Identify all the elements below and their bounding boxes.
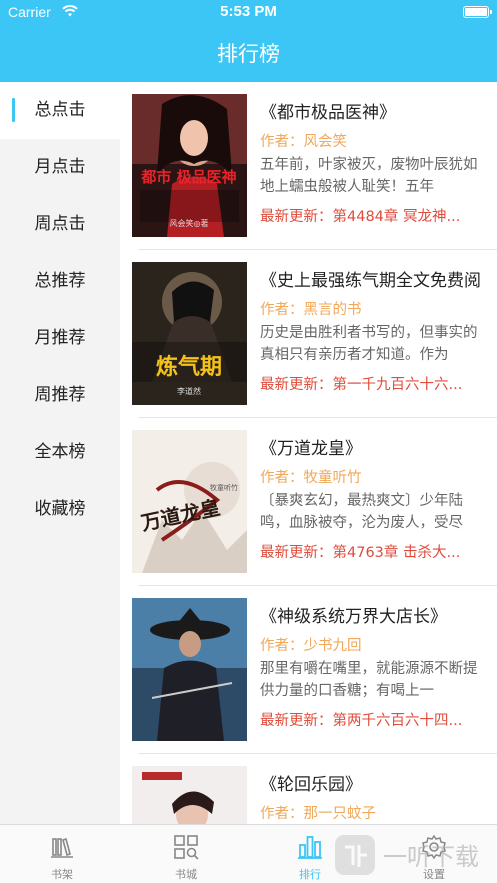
- tab-label: 书架: [51, 868, 73, 881]
- book-cover[interactable]: [132, 598, 247, 741]
- sidebar-item-weekly-recommend[interactable]: 周推荐: [0, 367, 120, 424]
- ranking-category-sidebar: 总点击 月点击 周点击 总推荐 月推荐 周推荐 全本榜 收藏榜: [0, 82, 120, 824]
- book-description: 那里有嚼在嘴里，就能源源不断提供力量的口香糖；有喝上一: [260, 661, 478, 699]
- cover-author: 牧童听竹: [210, 483, 238, 492]
- sidebar-item-total-clicks[interactable]: 总点击: [0, 82, 120, 139]
- sidebar-item-weekly-clicks[interactable]: 周点击: [0, 196, 120, 253]
- book-latest-update: 最新更新：第一千九百六十六...: [260, 377, 463, 393]
- book-description: 历史是由胜利者书写的，但事实的真相只有亲历者才知道。作为: [260, 325, 478, 363]
- book-title: 《史上最强练气期全文免费阅: [260, 271, 481, 291]
- sidebar-item-monthly-recommend[interactable]: 月推荐: [0, 310, 120, 367]
- sidebar-item-label: 月点击: [34, 157, 86, 177]
- book-cover[interactable]: 炼气期 李道然: [132, 262, 247, 405]
- cover-text: 都市 极品医神: [140, 168, 236, 186]
- grid-search-icon: [174, 835, 199, 860]
- book-title: 《神级系统万界大店长》: [260, 607, 447, 627]
- bookshelf-icon: [51, 837, 73, 858]
- book-latest-update: 最新更新：第4763章 击杀大...: [260, 545, 461, 561]
- book-description: 五年前，叶家被灭，废物叶辰犹如地上蠕虫般被人耻笑！五年: [260, 157, 478, 195]
- sidebar-item-label: 总点击: [34, 100, 86, 120]
- page-title: 排行榜: [217, 42, 280, 66]
- cover-author: 风会笑◎著: [170, 218, 209, 228]
- book-title: 《轮回乐园》: [260, 775, 362, 795]
- book-ranking-list: 都市 极品医神 风会笑◎著 《都市极品医神》 作者：风会笑 五年前，叶家被灭，废…: [120, 82, 497, 824]
- book-list-item[interactable]: 《轮回乐园》 作者：那一只蚊子: [120, 754, 497, 824]
- sidebar-item-label: 全本榜: [34, 442, 86, 462]
- tab-bookshelf[interactable]: 书架: [0, 825, 124, 883]
- book-description: 〔暴爽玄幻，最热爽文〕少年陆鸣，血脉被夺，沦为废人，受尽: [260, 493, 463, 531]
- book-list-item[interactable]: 《神级系统万界大店长》 作者：少书九回 那里有嚼在嘴里，就能源源不断提供力量的口…: [120, 586, 497, 754]
- cover-text: 炼气期: [156, 354, 222, 380]
- navigation-bar: 排行榜: [0, 26, 497, 82]
- watermark-logo: 一听下载: [335, 835, 479, 875]
- book-author: 作者：黑言的书: [260, 302, 362, 318]
- sidebar-item-label: 周推荐: [34, 385, 86, 405]
- sidebar-item-favorites[interactable]: 收藏榜: [0, 481, 120, 538]
- book-list-item[interactable]: 万道龙皇 牧童听竹 《万道龙皇》 作者：牧童听竹 〔暴爽玄幻，最热爽文〕少年陆鸣…: [120, 418, 497, 586]
- sidebar-item-total-recommend[interactable]: 总推荐: [0, 253, 120, 310]
- clock: 5:53 PM: [220, 3, 277, 20]
- status-bar: Carrier 5:53 PM: [0, 0, 497, 26]
- book-cover[interactable]: 万道龙皇 牧童听竹: [132, 430, 247, 573]
- sidebar-item-label: 收藏榜: [34, 499, 86, 519]
- watermark-text: 一听下载: [383, 843, 479, 871]
- book-author: 作者：那一只蚊子: [260, 806, 376, 822]
- book-cover[interactable]: 都市 极品医神 风会笑◎著: [132, 94, 247, 237]
- sidebar-item-label: 总推荐: [34, 271, 86, 291]
- tab-label: 书城: [175, 868, 197, 881]
- cover-author: 李道然: [177, 386, 201, 396]
- battery-icon: [463, 6, 492, 18]
- book-author: 作者：风会笑: [260, 134, 347, 150]
- book-title: 《万道龙皇》: [260, 439, 362, 459]
- sidebar-item-monthly-clicks[interactable]: 月点击: [0, 139, 120, 196]
- sidebar-item-label: 月推荐: [34, 328, 86, 348]
- book-latest-update: 最新更新：第4484章 冥龙神...: [260, 209, 461, 225]
- book-author: 作者：牧童听竹: [260, 470, 362, 486]
- book-list-item[interactable]: 炼气期 李道然 《史上最强练气期全文免费阅 作者：黑言的书 历史是由胜利者书写的…: [120, 250, 497, 418]
- ranking-icon: [298, 836, 322, 859]
- sidebar-item-label: 周点击: [34, 214, 86, 234]
- sidebar-item-completed[interactable]: 全本榜: [0, 424, 120, 481]
- book-author: 作者：少书九回: [260, 638, 362, 654]
- book-title: 《都市极品医神》: [260, 103, 396, 123]
- book-cover[interactable]: [132, 766, 247, 824]
- book-list-item[interactable]: 都市 极品医神 风会笑◎著 《都市极品医神》 作者：风会笑 五年前，叶家被灭，废…: [120, 82, 497, 250]
- book-latest-update: 最新更新：第两千六百六十四...: [260, 713, 463, 729]
- tab-bookstore[interactable]: 书城: [124, 825, 248, 883]
